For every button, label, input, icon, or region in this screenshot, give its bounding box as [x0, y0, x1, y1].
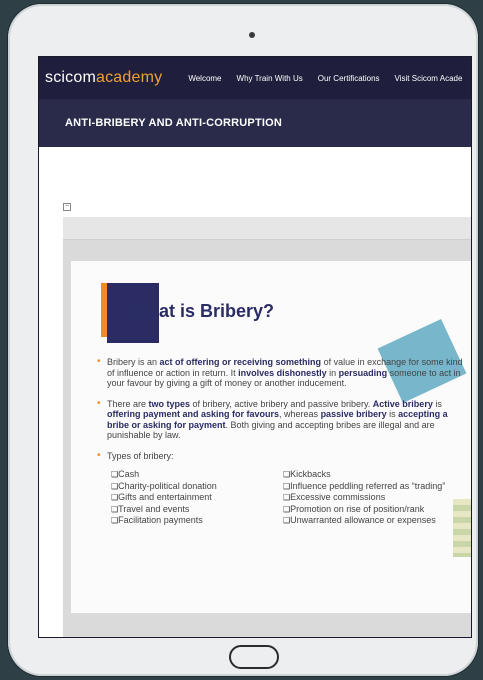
logo-suffix: academy [95, 69, 163, 86]
nav-link-visit[interactable]: Visit Scicom Acade [395, 74, 463, 83]
expand-icon[interactable]: − [63, 203, 71, 211]
course-banner: ANTI-BRIBERY AND ANTI-CORRUPTION [39, 99, 471, 147]
bullet-types-explained: There are two types of bribery, active b… [97, 399, 467, 441]
bullet-types-heading: Types of bribery: [97, 451, 467, 462]
list-item: Cash [111, 469, 283, 481]
list-item: Unwarranted allowance or expenses [283, 515, 455, 527]
list-item: Kickbacks [283, 469, 455, 481]
nav-link-certifications[interactable]: Our Certifications [318, 74, 380, 83]
tablet-frame: scicomacademy Welcome Why Train With Us … [8, 4, 478, 676]
logo-prefix: scicom [45, 69, 96, 86]
logo[interactable]: scicomacademy [45, 69, 162, 87]
list-item: Influence peddling referred as “trading” [283, 481, 455, 493]
top-nav: scicomacademy Welcome Why Train With Us … [39, 57, 471, 99]
nav-links: Welcome Why Train With Us Our Certificat… [188, 74, 471, 83]
bribery-types-list: Cash Charity-political donation Gifts an… [97, 469, 467, 527]
list-item: Promotion on rise of position/rank [283, 504, 455, 516]
nav-link-welcome[interactable]: Welcome [188, 74, 221, 83]
course-title: ANTI-BRIBERY AND ANTI-CORRUPTION [65, 117, 283, 129]
slide-bullets: Bribery is an act of offering or receivi… [97, 357, 467, 527]
slide-viewer: What is Bribery? Bribery is an act of of… [63, 217, 471, 637]
list-item: Charity-political donation [111, 481, 283, 493]
slide-toolbar [63, 217, 471, 240]
content-area: − What is Bribery? Bribery is an act of … [39, 147, 471, 637]
camera-icon [249, 32, 255, 38]
list-item: Gifts and entertainment [111, 492, 283, 504]
home-button[interactable] [229, 645, 279, 669]
slide-title: What is Bribery? [131, 301, 275, 321]
screen: scicomacademy Welcome Why Train With Us … [38, 56, 472, 638]
list-item: Facilitation payments [111, 515, 283, 527]
slide: What is Bribery? Bribery is an act of of… [71, 261, 471, 613]
bullet-definition: Bribery is an act of offering or receivi… [97, 357, 467, 389]
list-item: Excessive commissions [283, 492, 455, 504]
types-column-right: Kickbacks Influence peddling referred as… [283, 469, 455, 527]
types-column-left: Cash Charity-political donation Gifts an… [111, 469, 283, 527]
list-item: Travel and events [111, 504, 283, 516]
nav-link-why-train[interactable]: Why Train With Us [237, 74, 303, 83]
